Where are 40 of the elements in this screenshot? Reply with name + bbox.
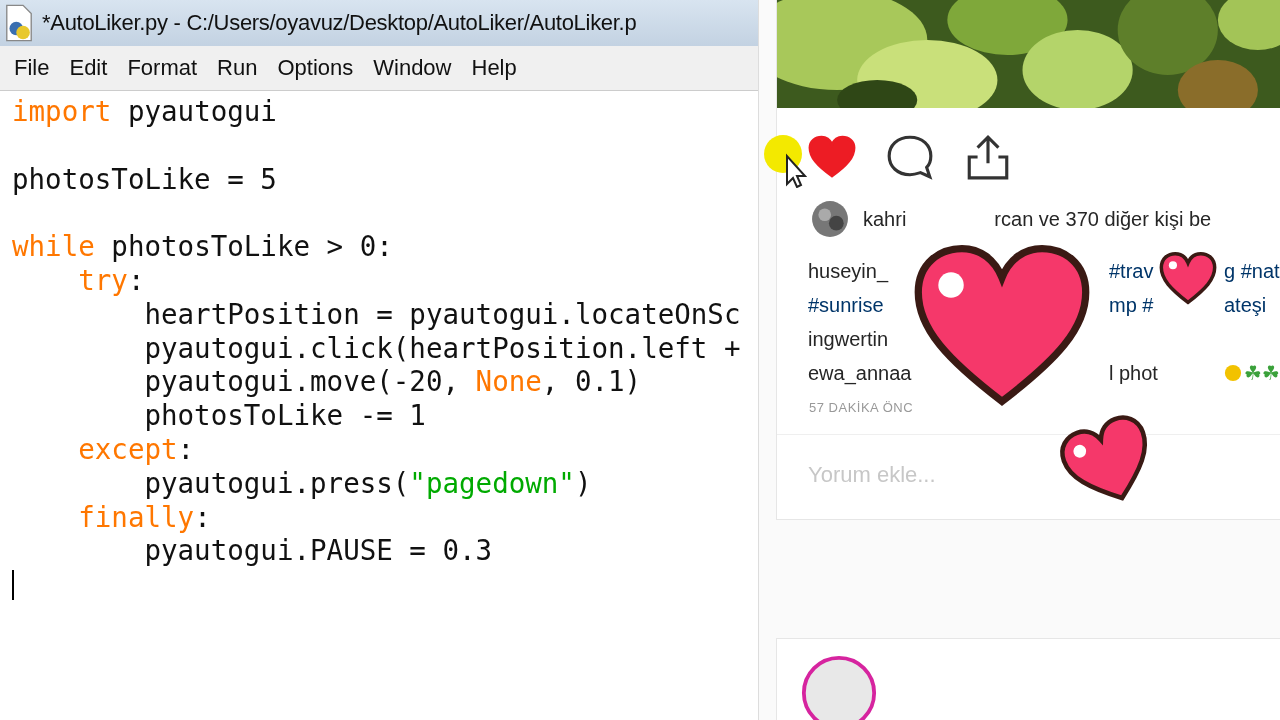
likes-text: kahri: [863, 207, 907, 231]
window-title: *AutoLiker.py - C:/Users/oyavuz/Desktop/AutoLiker/AutoLiker.p: [42, 10, 637, 36]
emoji-icon: [1224, 364, 1242, 382]
comment-field[interactable]: Yorum ekle...: [808, 455, 1208, 495]
menu-item[interactable]: Options: [267, 55, 364, 81]
code-line: heartPosition = pyautogui.locateOnSc: [143, 297, 741, 332]
username[interactable]: ingwertin: [808, 327, 889, 351]
comment-icon[interactable]: [885, 134, 935, 180]
avatar-icon: [811, 200, 849, 238]
menu-item[interactable]: Help: [461, 55, 527, 81]
code-line: pyautogui.click(heartPosition.left +: [143, 331, 741, 366]
code-line: pyautogui.PAUSE = 0.3: [143, 534, 493, 569]
username[interactable]: huseyin_: [808, 259, 889, 283]
code-line: pyautogui.move(-20, None, 0.1): [143, 365, 642, 400]
hashtag[interactable]: g #nat: [1224, 259, 1280, 283]
post-time: 57 DAKİKA ÖNC: [808, 399, 915, 417]
username[interactable]: ewa_annaa: [808, 361, 912, 385]
menu-item[interactable]: Edit: [59, 55, 118, 81]
code-line: finally:: [77, 500, 211, 535]
code-line: photosToLike -= 1: [143, 399, 426, 433]
menu-item[interactable]: Format: [117, 55, 208, 81]
code-line: except:: [77, 432, 195, 467]
text-cursor: [12, 570, 14, 601]
code-line: photosToLike = 5: [12, 162, 277, 197]
hashtag[interactable]: ateşi: [1224, 293, 1267, 317]
code-line: while photosToLike > 0:: [12, 230, 393, 264]
hashtag[interactable]: mp #: [1109, 293, 1154, 317]
menu-item[interactable]: Window: [363, 55, 462, 81]
code-line: try:: [77, 264, 145, 298]
heart-icon[interactable]: [807, 134, 857, 180]
hashtag[interactable]: #trav: [1109, 259, 1154, 283]
heart-sticker: [1159, 250, 1217, 306]
emoji-text: ☘☘: [1244, 361, 1280, 385]
likes-text: rcan ve 370 diğer kişi be: [994, 207, 1212, 231]
code-line: pyautogui.press("pagedown"): [143, 466, 592, 501]
menu-item[interactable]: Run: [207, 55, 268, 81]
menu-item[interactable]: File: [4, 55, 60, 81]
caption-text: l phot: [1109, 361, 1158, 385]
code-line: import pyautogui: [12, 95, 277, 129]
hashtag[interactable]: #sunrise: [808, 293, 884, 317]
